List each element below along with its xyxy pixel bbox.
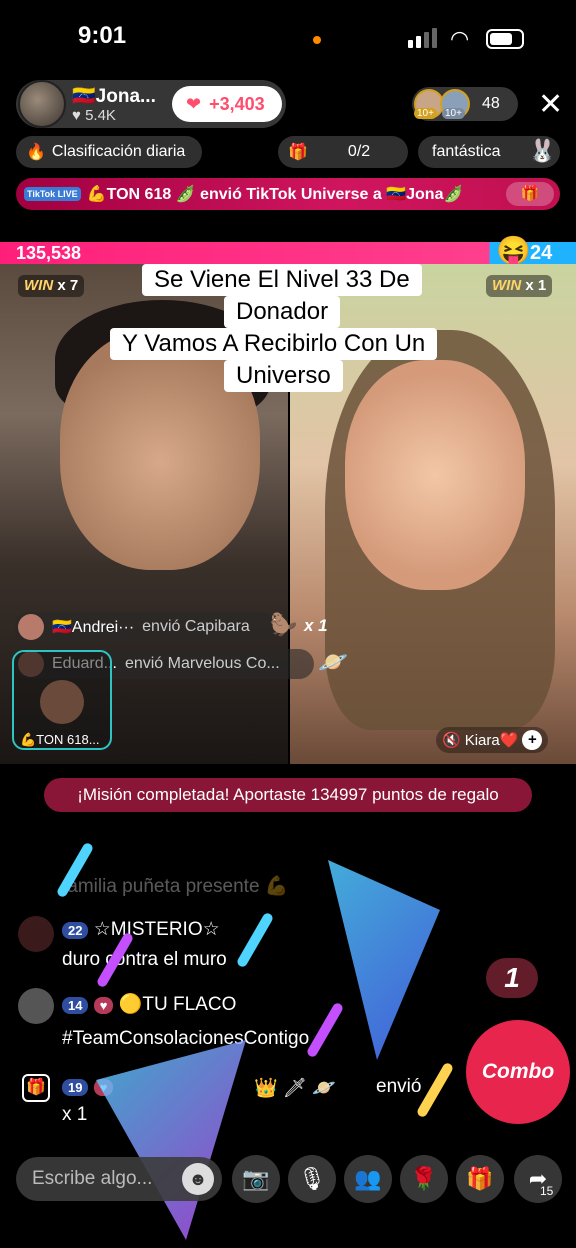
microphone-icon[interactable]: 🎙 [288, 1155, 336, 1203]
wifi-icon: ◠ [450, 26, 470, 51]
opponent-name: Kiara❤️ [464, 732, 519, 749]
chat-gift-action: envió [376, 1076, 422, 1097]
chat-avatar[interactable] [18, 916, 54, 952]
host-avatar[interactable] [18, 80, 66, 128]
user-level-badge: 22 [62, 922, 89, 939]
viewer-rank-badge: 10+ [442, 108, 465, 119]
guests-icon[interactable]: 👥 [344, 1155, 392, 1203]
rose-gift-icon[interactable]: 🌹 [400, 1155, 448, 1203]
capybara-gift-icon: 🦫 [270, 612, 298, 637]
chat-gift-count: x 1 [62, 1104, 88, 1125]
viewer-count: 48 [482, 95, 500, 112]
confetti-ribbon [305, 1001, 345, 1059]
viewer-rank-badge: 10+ [414, 108, 437, 119]
gift-box-icon: 🎁 [22, 1074, 50, 1102]
chat-username[interactable]: ☆MISTERIO☆ [94, 919, 220, 940]
confetti-ribbon [235, 911, 275, 969]
gift-banner-text: 💪TON 618 🫛 envió TikTok Universe a 🇻🇪Jon… [86, 186, 464, 203]
host-name[interactable]: 🇻🇪Jona... [72, 84, 156, 108]
gifter-avatar [18, 614, 44, 640]
confetti-ribbon [415, 1061, 455, 1119]
flame-icon: 🔥 [26, 144, 46, 161]
bunny-icon: 🐰 [528, 138, 556, 163]
close-icon[interactable]: ✕ [538, 90, 563, 120]
gift-icon[interactable]: 🎁 [506, 182, 554, 206]
like-button[interactable]: ❤ +3,403 [172, 86, 282, 122]
caption-line: Se Viene El Nivel 33 De [142, 264, 422, 296]
fan-club-label: fantástica [432, 143, 501, 160]
mission-progress: 0/2 [347, 143, 371, 160]
gift-icon[interactable]: 🎁 [456, 1155, 504, 1203]
caption-line: Y Vamos A Recibirlo Con Un [110, 328, 438, 360]
chat-gift-emojis: 👑 🗡 🪐 [254, 1078, 336, 1099]
chat-message: #TeamConsolacionesContigo [62, 1028, 310, 1049]
fan-club-pill[interactable]: fantástica 🐰 [418, 136, 560, 168]
heart-icon: ❤ [186, 93, 202, 114]
gifter-card-label: 💪TON 618... [20, 732, 100, 747]
chat-avatar[interactable] [18, 988, 54, 1024]
emoji-icon[interactable]: ☻ [182, 1163, 214, 1195]
chat-header: 14 ♥ 🟡TU FLACO [62, 992, 236, 1016]
caption-line: Donador [224, 296, 341, 328]
like-delta: +3,403 [209, 93, 265, 114]
chat-message: duro contra el muro [62, 949, 227, 970]
gift-action: envió Capibara [142, 618, 250, 635]
mission-complete-banner: ¡Misión completada! Aportaste 134997 pun… [44, 778, 532, 812]
gift-banner[interactable]: TikTok LIVE 💪TON 618 🫛 envió TikTok Univ… [16, 178, 560, 210]
party-popper-effect [96, 1040, 246, 1240]
gift-count: x 1 [304, 616, 328, 635]
status-time: 9:01 [78, 22, 127, 49]
gifter-name: 🇻🇪Andrei··· [52, 619, 135, 636]
daily-ranking-label: Clasificación diaria [51, 143, 186, 160]
battery-icon [486, 29, 524, 49]
score-right: 24 [530, 242, 553, 264]
recording-dot-icon [313, 36, 321, 44]
follow-plus-icon[interactable]: + [522, 730, 543, 750]
user-level-badge: 14 [62, 997, 89, 1014]
gift-box-icon: 🎁 [288, 144, 308, 161]
opponent-video-face [345, 360, 525, 590]
camera-off-icon[interactable]: 📷 [232, 1155, 280, 1203]
gifter-card-avatar [40, 680, 84, 724]
combo-count: 1 [486, 958, 538, 998]
mission-pill[interactable]: 🎁 0/2 [278, 136, 408, 168]
signal-icon [408, 28, 437, 48]
daily-ranking-pill[interactable]: 🔥 Clasificación diaria [16, 136, 202, 168]
laughing-face-icon: 😝 [496, 235, 531, 266]
battle-score-bar [0, 242, 576, 264]
win-streak-right: WIN x 1 [486, 275, 553, 297]
score-left: 135,538 [16, 243, 82, 263]
planet-gift-icon: 🪐 [318, 649, 348, 676]
win-streak-left: WIN x 7 [18, 275, 85, 297]
mute-icon[interactable]: 🔇 [442, 731, 461, 749]
chat-username[interactable]: 🟡TU FLACO [119, 994, 237, 1015]
chat-message-faded: familia puñeta presente 💪 [62, 876, 289, 897]
gift-notification: 🇻🇪Andrei··· envió Capibara [14, 612, 276, 642]
gift-action: envió Marvelous Co... [124, 655, 280, 672]
combo-button[interactable]: Combo [466, 1020, 570, 1124]
tiktok-live-badge: TikTok LIVE [24, 187, 81, 201]
fan-heart-badge: ♥ [93, 997, 114, 1014]
share-icon[interactable]: ➦ [514, 1155, 562, 1203]
chat-header: 22 ☆MISTERIO☆ [62, 918, 220, 941]
caption-line: Universo [224, 360, 343, 392]
opponent-tag[interactable]: 🔇 Kiara❤️ + [436, 727, 549, 753]
user-level-badge: 19 [62, 1079, 89, 1096]
host-likes: ♥ 5.4K [72, 107, 116, 124]
share-count: 15 [540, 1184, 554, 1198]
